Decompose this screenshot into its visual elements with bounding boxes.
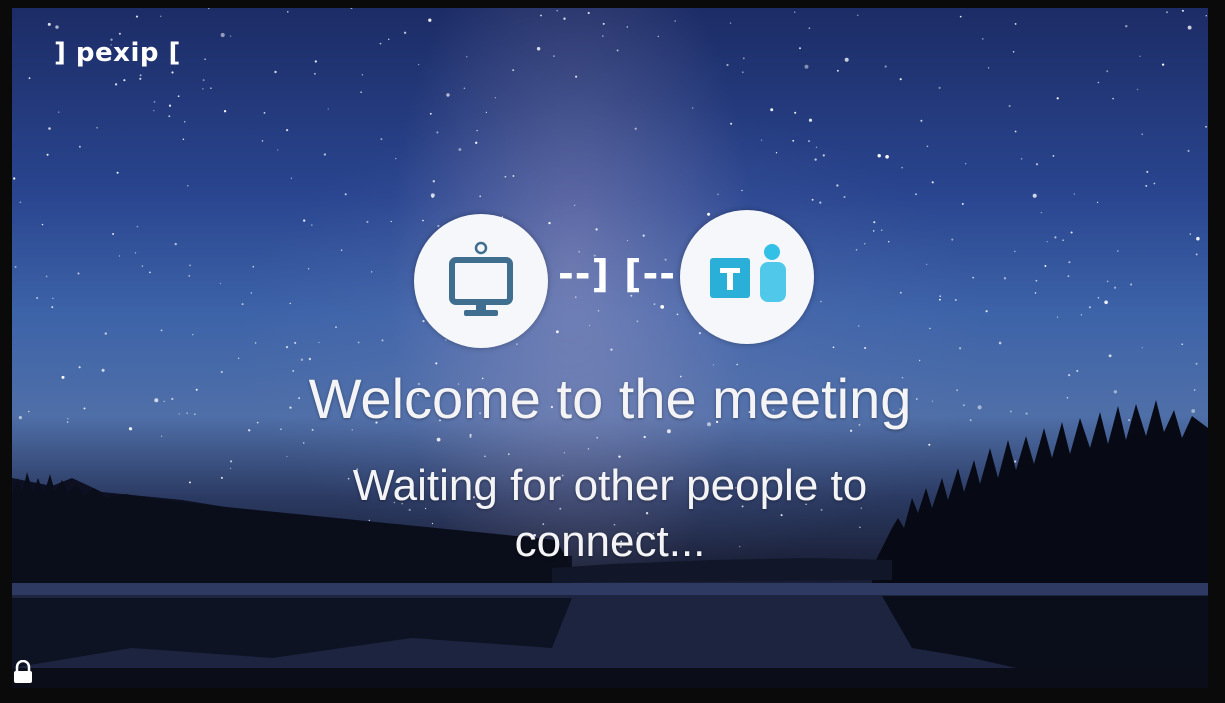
waiting-message: Waiting for other people to connect... xyxy=(352,461,868,566)
video-endpoint-icon xyxy=(449,241,513,316)
display-frame: ] pexip [ --] [-- Welcome to the meeting… xyxy=(0,0,1225,703)
video-endpoint-circle xyxy=(414,214,548,348)
connection-graphic: --] [-- xyxy=(414,210,824,350)
meeting-screen: ] pexip [ --] [-- Welcome to the meeting… xyxy=(12,8,1208,688)
teams-icon xyxy=(710,244,786,302)
teams-circle xyxy=(680,210,814,344)
pexip-logo: ] pexip [ xyxy=(54,38,181,68)
connector-bracket: --] [-- xyxy=(557,252,677,296)
welcome-heading: Welcome to the meeting xyxy=(308,367,912,430)
lock-icon xyxy=(14,660,32,683)
